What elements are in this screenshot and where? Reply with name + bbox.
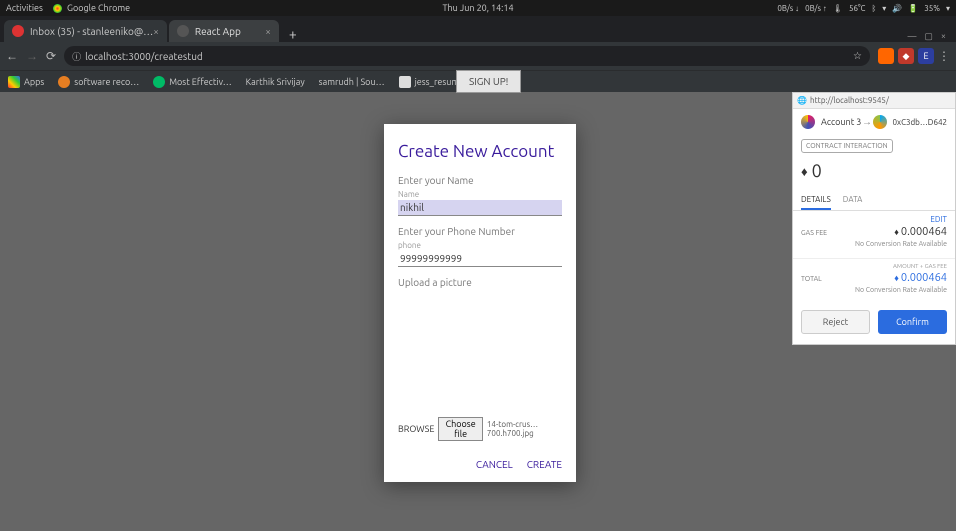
close-icon[interactable]: × — [265, 26, 271, 37]
activities-button[interactable]: Activities — [6, 3, 43, 13]
net-up: 0B/s ↑ — [805, 4, 827, 13]
browser-tab[interactable]: React App × — [169, 20, 279, 42]
react-icon — [177, 25, 189, 37]
total-label: TOTAL — [801, 275, 822, 283]
new-tab-button[interactable]: + — [281, 26, 305, 42]
tx-type-tag: CONTRACT INTERACTION — [801, 139, 893, 153]
bookmark-item[interactable]: samrudh | Sou… — [319, 77, 385, 87]
cancel-button[interactable]: CANCEL — [476, 459, 513, 470]
tab-data[interactable]: DATA — [843, 191, 863, 210]
system-top-bar: Activities Google Chrome Thu Jun 20, 14:… — [0, 0, 956, 16]
eth-icon: ♦ — [801, 164, 808, 179]
star-icon[interactable]: ☆ — [853, 50, 862, 62]
edit-link[interactable]: EDIT — [793, 211, 955, 224]
gas-fee-value: ♦0.000464 — [894, 226, 947, 238]
maximize-button[interactable]: ▢ — [924, 31, 933, 42]
amount-plus-label: AMOUNT + GAS FEE — [793, 263, 955, 270]
contract-address: 0xC3db…D642 — [893, 118, 947, 127]
forward-button[interactable]: → — [26, 49, 38, 63]
account-name: Account 3 — [821, 117, 861, 127]
gas-conversion-note: No Conversion Rate Available — [793, 240, 955, 254]
wifi-icon: ▾ — [882, 4, 886, 13]
name-input[interactable] — [398, 200, 562, 216]
phone-prompt: Enter your Phone Number — [398, 226, 562, 237]
power-icon[interactable]: ▾ — [946, 4, 950, 13]
arrow-right-icon: → — [862, 116, 872, 128]
phone-field-label: phone — [398, 241, 562, 250]
minimize-button[interactable]: — — [907, 31, 916, 42]
mm-site-bar: 🌐 http://localhost:9545/ — [793, 93, 955, 109]
clock: Thu Jun 20, 14:14 — [442, 3, 513, 13]
phone-input[interactable] — [398, 251, 562, 267]
upload-prompt: Upload a picture — [398, 277, 562, 288]
reject-button[interactable]: Reject — [801, 310, 870, 334]
tx-amount: ♦ 0 — [793, 157, 955, 191]
contract-avatar-icon — [873, 115, 887, 129]
address-bar: ← → ⟳ ⓘ localhost:3000/createstud ☆ ◆ E … — [0, 42, 956, 70]
selected-file-name: 14-tom-crus…700.h700.jpg — [487, 420, 562, 438]
eth-icon: ♦ — [894, 227, 899, 237]
dialog-title: Create New Account — [398, 142, 562, 161]
choose-file-button[interactable]: Choose file — [438, 417, 483, 441]
total-conversion-note: No Conversion Rate Available — [793, 286, 955, 300]
account-avatar-icon — [801, 115, 815, 129]
name-prompt: Enter your Name — [398, 175, 562, 186]
close-icon[interactable]: × — [153, 26, 159, 37]
bookmark-item[interactable]: Most Effectiv… — [153, 76, 231, 88]
url-input[interactable]: ⓘ localhost:3000/createstud ☆ — [64, 46, 870, 66]
confirm-button[interactable]: Confirm — [878, 310, 947, 334]
create-button[interactable]: CREATE — [527, 459, 562, 470]
eth-icon: ♦ — [894, 273, 899, 283]
back-button[interactable]: ← — [6, 49, 18, 63]
reload-button[interactable]: ⟳ — [46, 49, 56, 63]
total-value: ♦0.000464 — [894, 272, 947, 284]
close-window-button[interactable]: × — [941, 31, 946, 42]
tab-title: React App — [195, 26, 241, 37]
bluetooth-icon: ᛒ — [871, 4, 876, 13]
info-icon[interactable]: ⓘ — [72, 50, 81, 63]
name-field-label: Name — [398, 190, 562, 199]
bookmark-item[interactable]: software reco… — [58, 76, 139, 88]
active-app-label: Google Chrome — [53, 3, 130, 13]
browser-tab-bar: Inbox (35) - stanleeniko@… × React App ×… — [0, 16, 956, 42]
chrome-icon — [53, 4, 62, 13]
globe-icon: 🌐 — [797, 96, 807, 105]
sign-up-button[interactable]: SIGN UP! — [456, 70, 521, 93]
file-icon — [399, 76, 411, 88]
metamask-popup: 🌐 http://localhost:9545/ Account 3 → 0xC… — [792, 92, 956, 345]
browse-label: BROWSE — [398, 424, 434, 434]
volume-icon: 🔊 — [892, 4, 902, 13]
apps-icon — [8, 76, 20, 88]
bookmark-icon — [153, 76, 165, 88]
bookmark-apps[interactable]: Apps — [8, 76, 44, 88]
net-down: 0B/s ↓ — [777, 4, 799, 13]
ext-icon[interactable]: E — [918, 48, 934, 64]
bookmark-item[interactable]: Karthik Srivijay — [246, 77, 305, 87]
gmail-icon — [12, 25, 24, 37]
tab-title: Inbox (35) - stanleeniko@… — [30, 26, 153, 37]
bookmark-item[interactable]: jess_resume — [399, 76, 465, 88]
mm-site-url: http://localhost:9545/ — [810, 96, 889, 105]
create-account-dialog: Create New Account Enter your Name Name … — [384, 124, 576, 482]
menu-icon[interactable]: ⋮ — [938, 49, 950, 63]
gas-fee-label: GAS FEE — [801, 229, 827, 237]
page-viewport: SIGN UP! Create New Account Enter your N… — [0, 92, 956, 531]
tab-details[interactable]: DETAILS — [801, 191, 831, 210]
url-text: localhost:3000/createstud — [85, 51, 203, 62]
bookmark-icon — [58, 76, 70, 88]
battery-value: 35% — [924, 4, 940, 13]
temp-value: 56°C — [849, 4, 866, 13]
temp-icon: 🌡 — [833, 4, 843, 13]
browser-tab[interactable]: Inbox (35) - stanleeniko@… × — [4, 20, 167, 42]
battery-icon: 🔋 — [908, 4, 918, 13]
metamask-ext-icon[interactable] — [878, 48, 894, 64]
ext-icon[interactable]: ◆ — [898, 48, 914, 64]
